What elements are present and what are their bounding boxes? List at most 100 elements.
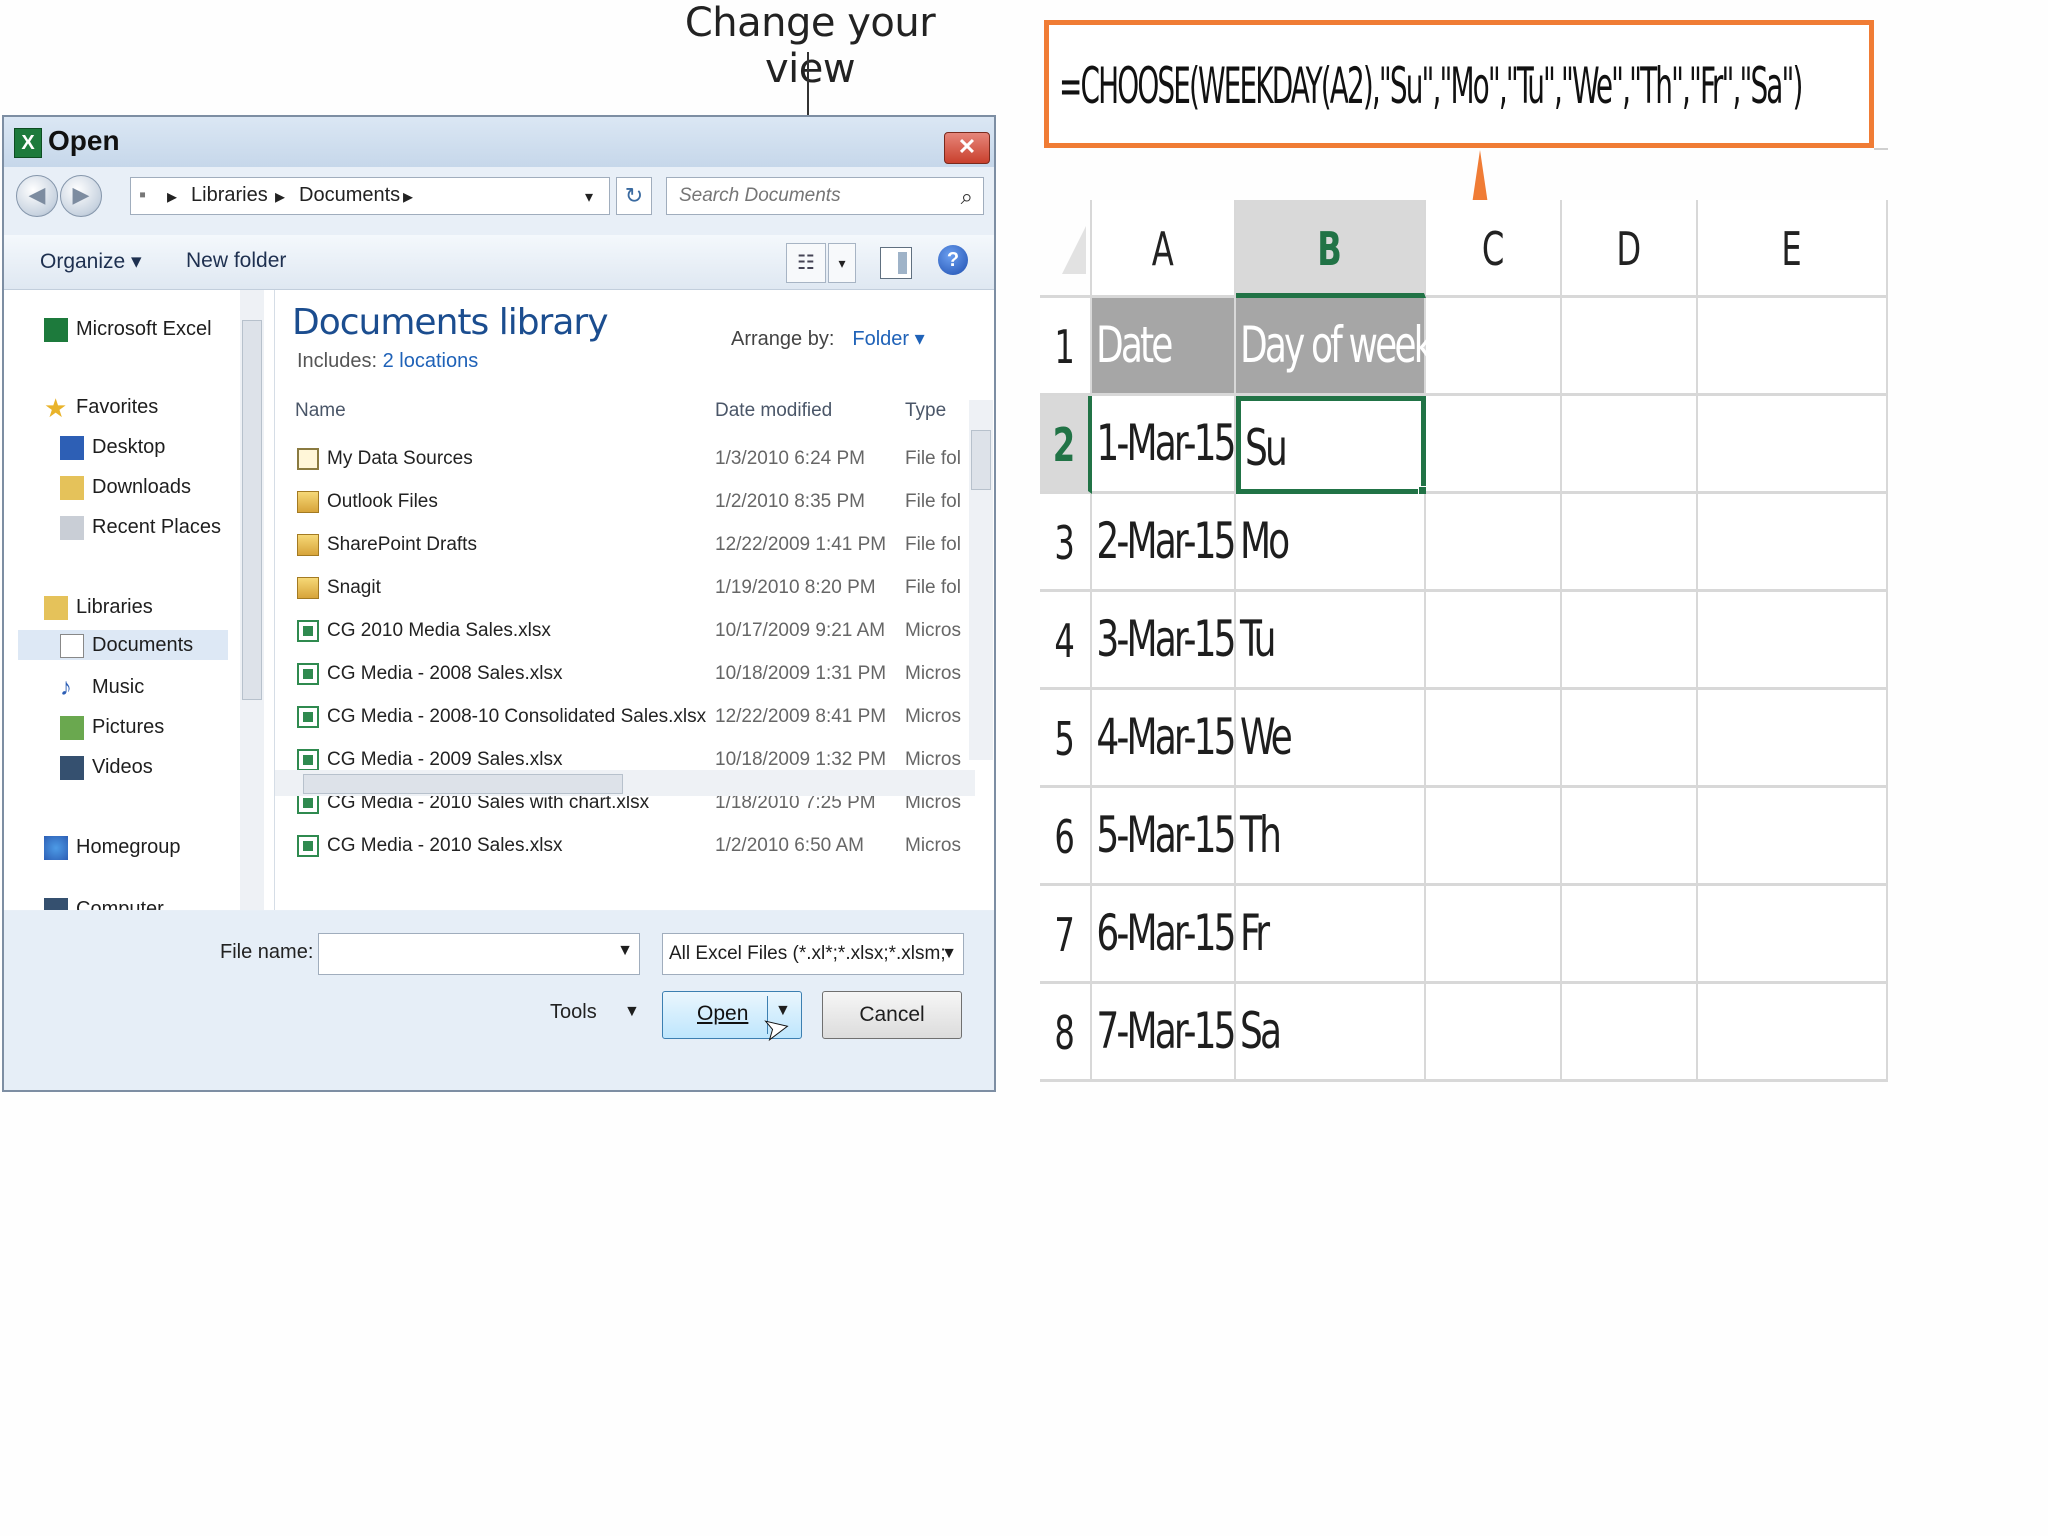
cell-b6[interactable]: Th — [1236, 788, 1426, 886]
cell-c6[interactable] — [1426, 788, 1562, 886]
arrange-by-dropdown[interactable]: Folder ▾ — [852, 328, 924, 350]
address-dropdown-icon[interactable]: ▾ — [585, 187, 593, 207]
row-header-1[interactable]: 1 — [1040, 298, 1092, 396]
new-folder-button[interactable]: New folder — [186, 249, 286, 273]
select-all-corner[interactable] — [1040, 200, 1092, 298]
column-header-c[interactable]: C — [1426, 200, 1562, 298]
row-header-5[interactable]: 5 — [1040, 690, 1092, 788]
cell-e6[interactable] — [1698, 788, 1888, 886]
cell-b1[interactable]: Day of week — [1236, 298, 1434, 396]
cancel-button[interactable]: Cancel — [822, 991, 962, 1039]
cell-b7[interactable]: Fr — [1236, 886, 1426, 984]
row-header-8[interactable]: 8 — [1040, 984, 1092, 1082]
change-view-icon[interactable]: ☷ — [786, 243, 826, 283]
cell-a5[interactable]: 4-Mar-15 — [1092, 690, 1237, 788]
cell-c3[interactable] — [1426, 494, 1562, 592]
cell-b3[interactable]: Mo — [1236, 494, 1426, 592]
row-header-7[interactable]: 7 — [1040, 886, 1092, 984]
column-header-b[interactable]: B — [1236, 200, 1426, 298]
cell-e3[interactable] — [1698, 494, 1888, 592]
forward-button[interactable]: ▶ — [60, 175, 102, 217]
file-list-hscroll-thumb[interactable] — [303, 774, 623, 794]
cell-a8[interactable]: 7-Mar-15 — [1092, 984, 1237, 1082]
nav-item-computer[interactable]: Computer — [44, 894, 164, 910]
tools-dropdown-icon[interactable]: ▼ — [624, 1003, 640, 1021]
file-name-dropdown-icon[interactable]: ▼ — [617, 942, 633, 960]
filter-dropdown-icon[interactable]: ▼ — [941, 934, 957, 974]
file-row[interactable]: CG Media - 2008-10 Consolidated Sales.xl… — [291, 698, 971, 738]
search-input[interactable] — [677, 184, 941, 208]
column-header-a[interactable]: A — [1092, 200, 1236, 298]
cell-e1[interactable] — [1698, 298, 1888, 396]
cell-a2[interactable]: 1-Mar-15 — [1092, 396, 1237, 494]
cell-e7[interactable] — [1698, 886, 1888, 984]
cell-b4[interactable]: Tu — [1236, 592, 1426, 690]
cell-a3[interactable]: 2-Mar-15 — [1092, 494, 1237, 592]
column-header-type[interactable]: Type — [905, 400, 946, 422]
tools-button[interactable]: Tools — [550, 1001, 597, 1024]
nav-item-recent-places[interactable]: Recent Places — [60, 512, 221, 542]
back-button[interactable]: ◀ — [16, 175, 58, 217]
close-button[interactable]: ✕ — [944, 132, 990, 164]
file-row[interactable]: CG 2010 Media Sales.xlsx 10/17/2009 9:21 … — [291, 612, 971, 652]
file-type-filter[interactable]: All Excel Files (*.xl*;*.xlsx;*.xlsm; ▼ — [662, 933, 964, 975]
cell-c8[interactable] — [1426, 984, 1562, 1082]
locations-link[interactable]: 2 locations — [383, 350, 479, 372]
column-header-d[interactable]: D — [1562, 200, 1698, 298]
file-name-input[interactable] — [325, 942, 599, 966]
file-row[interactable]: Outlook Files 1/2/2010 8:35 PM File fol — [291, 483, 971, 523]
cell-b5[interactable]: We — [1236, 690, 1426, 788]
cell-d3[interactable] — [1562, 494, 1698, 592]
file-name-field[interactable]: ▼ — [318, 933, 640, 975]
row-header-2[interactable]: 2 — [1040, 396, 1092, 494]
file-list-vscroll-thumb[interactable] — [971, 430, 991, 490]
cell-d6[interactable] — [1562, 788, 1698, 886]
cell-e8[interactable] — [1698, 984, 1888, 1082]
breadcrumb-documents[interactable]: Documents — [299, 184, 400, 207]
cell-b2[interactable]: Su — [1236, 396, 1430, 498]
nav-scroll-thumb[interactable] — [242, 320, 262, 700]
cell-b8[interactable]: Sa — [1236, 984, 1426, 1082]
cell-c4[interactable] — [1426, 592, 1562, 690]
cell-c2[interactable] — [1426, 396, 1562, 494]
nav-item-pictures[interactable]: Pictures — [60, 712, 164, 742]
nav-item-downloads[interactable]: Downloads — [60, 472, 191, 502]
view-dropdown-icon[interactable]: ▾ — [828, 243, 856, 283]
cell-c1[interactable] — [1426, 298, 1562, 396]
row-header-3[interactable]: 3 — [1040, 494, 1092, 592]
cell-d4[interactable] — [1562, 592, 1698, 690]
column-header-date-modified[interactable]: Date modified — [715, 400, 832, 422]
cell-a7[interactable]: 6-Mar-15 — [1092, 886, 1237, 984]
search-icon[interactable]: ⌕ — [961, 184, 973, 210]
refresh-button[interactable]: ↻ — [616, 177, 652, 215]
column-header-e[interactable]: E — [1698, 200, 1888, 298]
organize-button[interactable]: Organize ▾ — [40, 249, 142, 274]
file-row[interactable]: SharePoint Drafts 12/22/2009 1:41 PM File … — [291, 526, 971, 566]
nav-item-microsoft-excel[interactable]: Microsoft Excel — [44, 314, 212, 344]
cell-e2[interactable] — [1698, 396, 1888, 494]
file-row[interactable]: My Data Sources 1/3/2010 6:24 PM File fol — [291, 440, 971, 480]
row-header-4[interactable]: 4 — [1040, 592, 1092, 690]
cell-d1[interactable] — [1562, 298, 1698, 396]
row-header-6[interactable]: 6 — [1040, 788, 1092, 886]
cell-d5[interactable] — [1562, 690, 1698, 788]
nav-item-desktop[interactable]: Desktop — [60, 432, 165, 462]
cell-a4[interactable]: 3-Mar-15 — [1092, 592, 1237, 690]
cell-e5[interactable] — [1698, 690, 1888, 788]
file-row[interactable]: CG Media - 2010 Sales.xlsx 1/2/2010 6:50 … — [291, 827, 971, 867]
nav-item-documents[interactable]: Documents — [18, 630, 228, 660]
cell-c5[interactable] — [1426, 690, 1562, 788]
file-row[interactable]: Snagit 1/19/2010 8:20 PM File fol — [291, 569, 971, 609]
cell-a6[interactable]: 5-Mar-15 — [1092, 788, 1237, 886]
breadcrumb-libraries[interactable]: Libraries — [191, 184, 268, 207]
search-box[interactable]: ⌕ — [666, 177, 984, 215]
column-header-name[interactable]: Name — [295, 400, 346, 422]
cell-d7[interactable] — [1562, 886, 1698, 984]
cell-d8[interactable] — [1562, 984, 1698, 1082]
cell-d2[interactable] — [1562, 396, 1698, 494]
nav-item-music[interactable]: ♪ Music — [60, 672, 144, 702]
help-icon[interactable]: ? — [938, 245, 968, 275]
cell-e4[interactable] — [1698, 592, 1888, 690]
cell-c7[interactable] — [1426, 886, 1562, 984]
nav-item-homegroup[interactable]: Homegroup — [44, 832, 181, 862]
